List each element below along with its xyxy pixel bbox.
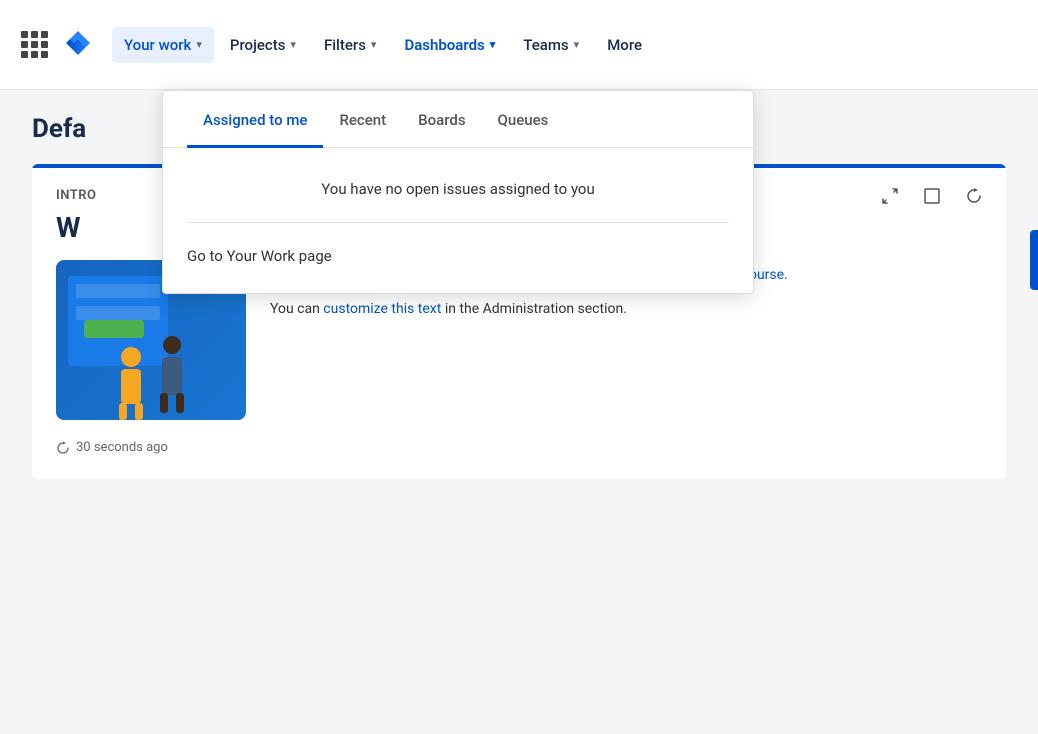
person1-illustration [111,345,151,420]
person2-illustration [154,335,190,420]
chevron-down-icon: ▾ [490,38,496,51]
nav-projects-label: Projects [230,36,286,54]
card-timestamp: 30 seconds ago [56,440,982,455]
refresh-small-icon [56,441,70,455]
grid-menu-icon[interactable] [16,27,52,63]
customize-text-link[interactable]: customize this text [323,301,441,317]
nav-more-label: More [607,36,642,54]
chevron-down-icon: ▾ [290,38,296,51]
tab-assigned-to-me[interactable]: Assigned to me [187,91,323,148]
refresh-icon[interactable] [958,180,990,212]
nav-projects[interactable]: Projects ▾ [218,27,308,63]
empty-state-message: You have no open issues assigned to you [187,180,729,198]
timestamp-text: 30 seconds ago [76,440,168,455]
collapse-icon[interactable] [874,180,906,212]
nav-filters-label: Filters [324,36,366,54]
scroll-indicator [1030,230,1038,290]
chevron-down-icon: ▾ [196,38,202,51]
nav-dashboards[interactable]: Dashboards ▾ [392,27,507,63]
nav-dashboards-label: Dashboards [404,36,484,54]
tab-queues[interactable]: Queues [482,91,565,148]
card-actions [874,180,990,212]
nav-teams-label: Teams [523,36,568,54]
nav-teams[interactable]: Teams ▾ [511,27,591,63]
nav-more[interactable]: More [595,27,654,63]
chevron-down-icon: ▾ [371,38,377,51]
go-to-work-link[interactable]: Go to Your Work page [187,247,729,265]
card-paragraph-2: You can customize this text in the Admin… [270,298,982,320]
expand-icon[interactable] [916,180,948,212]
tab-boards[interactable]: Boards [402,91,481,148]
top-navigation: Your work ▾ Projects ▾ Filters ▾ Dashboa… [0,0,1038,90]
dropdown-tab-bar: Assigned to me Recent Boards Queues [163,91,753,148]
tab-recent[interactable]: Recent [323,91,402,148]
nav-your-work[interactable]: Your work ▾ [112,27,214,63]
dropdown-divider [187,222,729,223]
nav-filters[interactable]: Filters ▾ [312,27,389,63]
dropdown-content-area: You have no open issues assigned to you … [163,148,753,293]
jira-logo[interactable] [60,27,96,63]
chevron-down-icon: ▾ [574,38,580,51]
nav-your-work-label: Your work [124,36,191,54]
your-work-dropdown: Assigned to me Recent Boards Queues You … [162,90,754,294]
